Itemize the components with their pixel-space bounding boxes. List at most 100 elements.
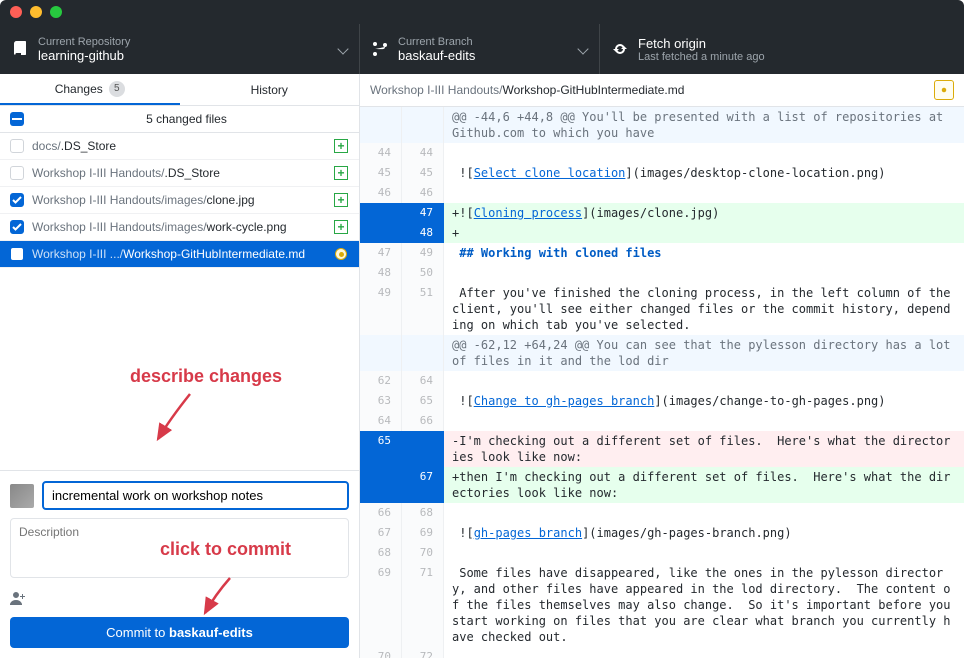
file-checkbox[interactable] (10, 247, 24, 261)
diff-line: 6365 ![Change to gh-pages branch](images… (360, 391, 964, 411)
line-number-new: 71 (402, 563, 444, 647)
line-number-old: 44 (360, 143, 402, 163)
line-number-old: 68 (360, 543, 402, 563)
diff-options-button[interactable] (934, 80, 954, 100)
diff-line: 4850 (360, 263, 964, 283)
chevron-down-icon (577, 43, 588, 54)
repo-icon (12, 41, 28, 57)
diff-code: ![Change to gh-pages branch](images/chan… (444, 391, 964, 411)
diff-line: 4545 ![Select clone location](images/des… (360, 163, 964, 183)
diff-line: 67+then I'm checking out a different set… (360, 467, 964, 503)
line-number-new: 67 (402, 467, 444, 503)
line-number-new: 64 (402, 371, 444, 391)
select-all-checkbox[interactable] (10, 112, 24, 126)
line-number-new (402, 107, 444, 143)
add-coauthor-icon[interactable] (10, 590, 26, 606)
branch-selector[interactable]: Current Branch baskauf-edits (360, 24, 600, 74)
diff-code: +then I'm checking out a different set o… (444, 467, 964, 503)
line-number-new: 45 (402, 163, 444, 183)
line-number-old: 62 (360, 371, 402, 391)
commit-summary-input[interactable] (42, 481, 349, 510)
diff-line: @@ -62,12 +64,24 @@ You can see that the… (360, 335, 964, 371)
line-number-new: 66 (402, 411, 444, 431)
file-item[interactable]: Workshop I-III Handouts/.DS_Store+ (0, 160, 359, 187)
status-added-icon: + (333, 138, 349, 154)
line-number-new: 48 (402, 223, 444, 243)
status-modified-icon (333, 246, 349, 262)
repo-selector[interactable]: Current Repository learning-github (0, 24, 360, 74)
file-checkbox[interactable] (10, 166, 24, 180)
diff-code: Some files have disappeared, like the on… (444, 563, 964, 647)
diff-body[interactable]: @@ -44,6 +44,8 @@ You'll be presented wi… (360, 107, 964, 658)
tab-history[interactable]: History (180, 74, 360, 105)
file-item[interactable]: Workshop I-III Handouts/images/work-cycl… (0, 214, 359, 241)
window-titlebar (0, 0, 964, 24)
commit-description-input[interactable] (10, 518, 349, 578)
maximize-window-button[interactable] (50, 6, 62, 18)
fetch-sub: Last fetched a minute ago (638, 51, 952, 63)
file-path: Workshop I-III Handouts/.DS_Store (32, 166, 329, 180)
diff-file-name: Workshop-GitHubIntermediate.md (503, 83, 685, 97)
file-path: Workshop I-III .../Workshop-GitHubInterm… (32, 247, 329, 261)
diff-line: 6668 (360, 503, 964, 523)
changes-header: 5 changed files (0, 106, 359, 133)
diff-file-header: Workshop I-III Handouts/Workshop-GitHubI… (360, 74, 964, 107)
diff-code: @@ -62,12 +64,24 @@ You can see that the… (444, 335, 964, 371)
repo-label: Current Repository (38, 36, 331, 48)
sync-icon (612, 41, 628, 57)
diff-line: 47+![Cloning process](images/clone.jpg) (360, 203, 964, 223)
file-checkbox[interactable] (10, 193, 24, 207)
line-number-old: 69 (360, 563, 402, 647)
line-number-new: 44 (402, 143, 444, 163)
diff-line: 6466 (360, 411, 964, 431)
line-number-new: 70 (402, 543, 444, 563)
diff-panel: Workshop I-III Handouts/Workshop-GitHubI… (360, 74, 964, 658)
diff-code (444, 143, 964, 163)
file-checkbox[interactable] (10, 220, 24, 234)
line-number-old: 49 (360, 283, 402, 335)
line-number-new: 72 (402, 647, 444, 658)
commit-button[interactable]: Commit to baskauf-edits (10, 617, 349, 648)
diff-line: 65 -I'm checking out a different set of f… (360, 431, 964, 467)
line-number-old: 45 (360, 163, 402, 183)
changes-count-text: 5 changed files (24, 112, 349, 126)
branch-label: Current Branch (398, 36, 571, 48)
line-number-old: 63 (360, 391, 402, 411)
diff-line: 6769 ![gh-pages branch](images/gh-pages-… (360, 523, 964, 543)
diff-code (444, 647, 964, 658)
file-item[interactable]: Workshop I-III .../Workshop-GitHubInterm… (0, 241, 359, 268)
file-path: Workshop I-III Handouts/images/work-cycl… (32, 220, 329, 234)
diff-line: 4646 (360, 183, 964, 203)
line-number-old: 48 (360, 263, 402, 283)
diff-line: 4444 (360, 143, 964, 163)
diff-line: 6870 (360, 543, 964, 563)
line-number-old (360, 203, 402, 223)
diff-code (444, 183, 964, 203)
fetch-label: Fetch origin (638, 36, 952, 51)
line-number-new: 47 (402, 203, 444, 223)
diff-code (444, 371, 964, 391)
line-number-old: 65 (360, 431, 402, 467)
close-window-button[interactable] (10, 6, 22, 18)
line-number-old: 47 (360, 243, 402, 263)
line-number-old (360, 335, 402, 371)
file-item[interactable]: Workshop I-III Handouts/images/clone.jpg… (0, 187, 359, 214)
diff-line: 48+ (360, 223, 964, 243)
commit-form: click to commit Commit to baskauf-edits (0, 470, 359, 658)
tab-changes[interactable]: Changes 5 (0, 74, 180, 105)
line-number-old: 46 (360, 183, 402, 203)
line-number-old (360, 467, 402, 503)
line-number-new: 51 (402, 283, 444, 335)
diff-line: @@ -44,6 +44,8 @@ You'll be presented wi… (360, 107, 964, 143)
diff-code: ## Working with cloned files (444, 243, 964, 263)
diff-code: -I'm checking out a different set of fil… (444, 431, 964, 467)
diff-line: 7072 (360, 647, 964, 658)
file-item[interactable]: docs/.DS_Store+ (0, 133, 359, 160)
diff-code (444, 503, 964, 523)
diff-code: @@ -44,6 +44,8 @@ You'll be presented wi… (444, 107, 964, 143)
minimize-window-button[interactable] (30, 6, 42, 18)
diff-code: + (444, 223, 964, 243)
fetch-button[interactable]: Fetch origin Last fetched a minute ago (600, 24, 964, 74)
changed-files-list: docs/.DS_Store+Workshop I-III Handouts/.… (0, 133, 359, 470)
file-checkbox[interactable] (10, 139, 24, 153)
